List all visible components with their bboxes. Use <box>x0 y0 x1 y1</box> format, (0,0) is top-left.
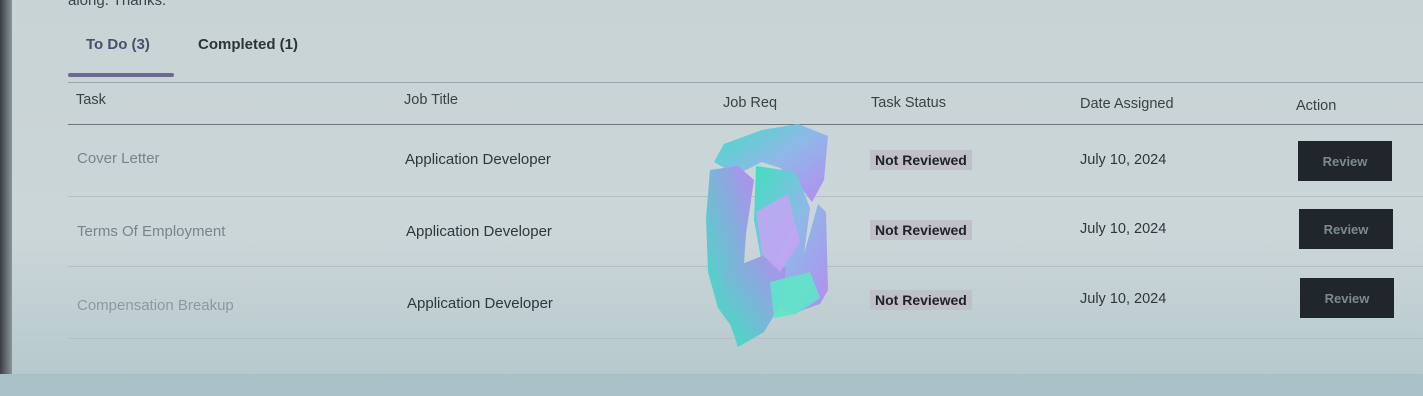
redaction-scribble <box>706 124 828 347</box>
task-name[interactable]: Terms Of Employment <box>77 223 225 240</box>
job-title: Application Developer <box>405 151 551 168</box>
tabs-divider <box>68 82 1423 83</box>
tab-to-do[interactable]: To Do (3) <box>86 36 150 53</box>
job-title: Application Developer <box>406 223 552 240</box>
status-badge: Not Reviewed <box>870 220 972 240</box>
header-task-status[interactable]: Task Status <box>871 95 946 111</box>
status-badge: Not Reviewed <box>870 290 972 310</box>
header-task[interactable]: Task <box>76 92 106 108</box>
task-name[interactable]: Cover Letter <box>77 150 160 167</box>
date-assigned: July 10, 2024 <box>1080 291 1167 307</box>
task-tabs: To Do (3) Completed (1) <box>68 36 1423 80</box>
status-badge: Not Reviewed <box>870 150 972 170</box>
task-name[interactable]: Compensation Breakup <box>77 297 234 314</box>
header-action: Action <box>1296 98 1337 114</box>
tab-completed[interactable]: Completed (1) <box>198 36 298 53</box>
review-button[interactable]: Review <box>1299 209 1393 249</box>
bottom-bar <box>0 374 1423 396</box>
notice-text: along. Thanks. <box>68 0 167 9</box>
review-button[interactable]: Review <box>1298 141 1392 181</box>
job-title: Application Developer <box>407 295 553 312</box>
active-tab-indicator <box>68 73 174 77</box>
date-assigned: July 10, 2024 <box>1080 221 1167 237</box>
header-date-assigned[interactable]: Date Assigned <box>1080 96 1174 112</box>
header-job-title[interactable]: Job Title <box>404 92 458 108</box>
header-job-req[interactable]: Job Req <box>723 95 777 111</box>
window-edge <box>0 0 12 396</box>
date-assigned: July 10, 2024 <box>1080 152 1167 168</box>
review-button[interactable]: Review <box>1300 278 1394 318</box>
